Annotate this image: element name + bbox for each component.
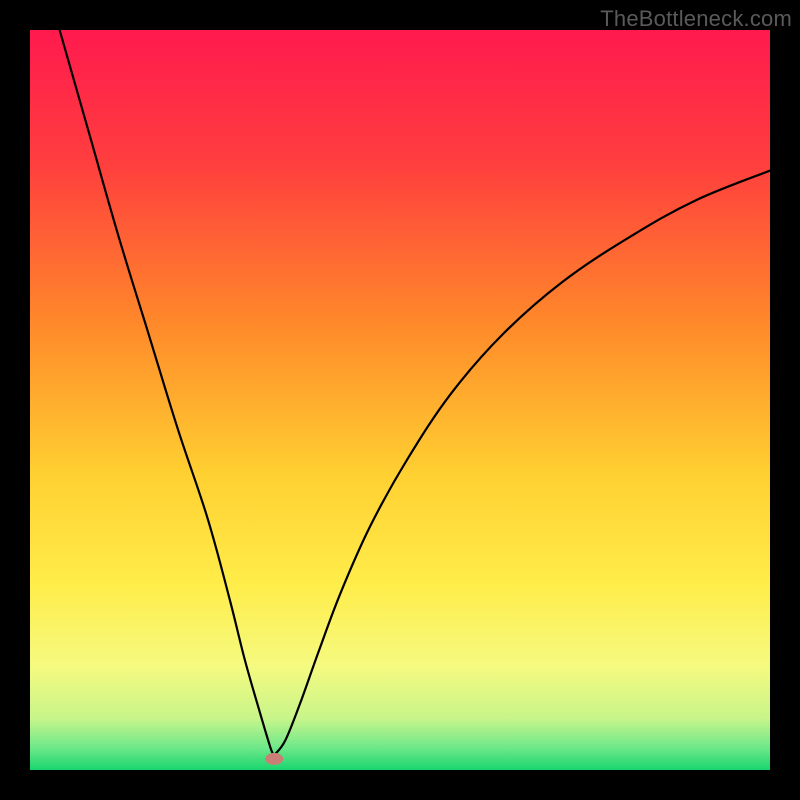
watermark-text: TheBottleneck.com xyxy=(600,6,792,32)
chart-plot-area xyxy=(30,30,770,770)
chart-vertex-marker xyxy=(265,753,283,765)
chart-background-gradient xyxy=(30,30,770,770)
chart-svg xyxy=(30,30,770,770)
